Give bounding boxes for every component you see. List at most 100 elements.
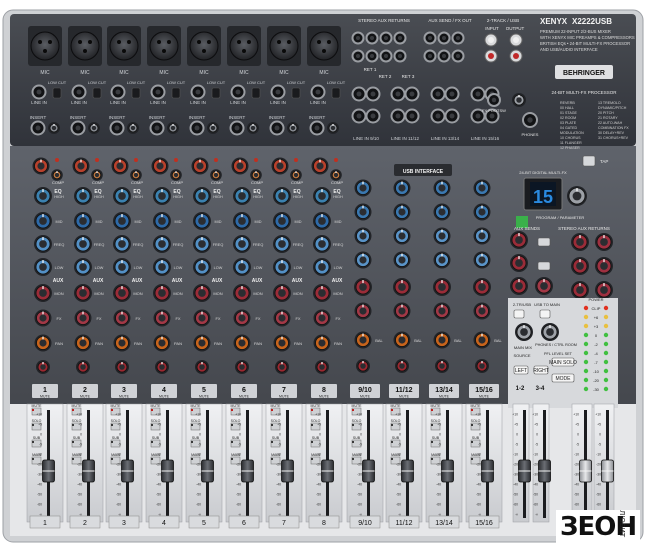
- eq-freq-knob-3[interactable]: [113, 235, 131, 253]
- insert-jack-2[interactable]: [70, 120, 86, 136]
- stereo-eq-high-13/14[interactable]: [433, 179, 451, 197]
- channel-fader-3[interactable]: MUTESOLOSUBMAIN+10+50-5-10-20-30-40-50-6…: [105, 403, 143, 523]
- eq-mid-knob-6[interactable]: [233, 212, 251, 230]
- gain-knob-6[interactable]: [231, 157, 249, 175]
- right-button[interactable]: RIGHT: [533, 365, 549, 375]
- eq-low-knob-5[interactable]: [193, 258, 211, 276]
- level-trim-3[interactable]: [127, 122, 139, 134]
- eq-low-knob-4[interactable]: [153, 258, 171, 276]
- phones-level[interactable]: [512, 93, 526, 107]
- aux-fx-knob-3[interactable]: [113, 309, 131, 327]
- fx-footsw-jack[interactable]: [487, 93, 501, 107]
- line-in-jack-1[interactable]: [31, 84, 47, 100]
- stereo-eq-high-11/12[interactable]: [393, 179, 411, 197]
- stereo-jack-r-9/10[interactable]: [365, 86, 381, 102]
- aux-fx-knob-4[interactable]: [153, 309, 171, 327]
- stereo-aux-fx-11/12[interactable]: [393, 302, 411, 320]
- channel-fader-6[interactable]: MUTESOLOSUBMAIN+10+50-5-10-20-30-40-50-6…: [225, 403, 263, 523]
- aux-fx-knob-2[interactable]: [74, 309, 92, 327]
- stereo-jack-l-13/14[interactable]: [430, 86, 446, 102]
- eq-low-knob-1[interactable]: [34, 258, 52, 276]
- stereo-jack-l2-11/12[interactable]: [390, 108, 406, 124]
- eq-freq-knob-4[interactable]: [153, 235, 171, 253]
- aux-solo-1[interactable]: [537, 237, 551, 247]
- rear-jack-7[interactable]: [393, 49, 407, 63]
- left-button[interactable]: LEFT: [513, 365, 529, 375]
- eq-low-knob-6[interactable]: [233, 258, 251, 276]
- stereo-eq-mid-15/16[interactable]: [473, 203, 491, 221]
- level-trim-8[interactable]: [327, 122, 339, 134]
- gain-knob-8[interactable]: [311, 157, 329, 175]
- stereo-eq-low-9/10[interactable]: [354, 227, 372, 245]
- subgroup-fader-1-2[interactable]: +10+50-5-10-20-30-40-50-60∞: [512, 403, 531, 523]
- stereo-fx2-11/12[interactable]: [395, 359, 409, 373]
- aux-return-knob-3[interactable]: [595, 257, 613, 275]
- aux-mon-knob-7[interactable]: [273, 284, 291, 302]
- xlr-input-3[interactable]: [107, 26, 141, 66]
- pan-knob-1[interactable]: [34, 334, 52, 352]
- eq-mid-knob-2[interactable]: [74, 212, 92, 230]
- aux-mon-knob-1[interactable]: [34, 284, 52, 302]
- channel-fader-13/14[interactable]: MUTESOLOSUBMAIN+10+50-5-10-20-30-40-50-6…: [425, 403, 463, 523]
- gain-knob-3[interactable]: [111, 157, 129, 175]
- rear-jack-11[interactable]: [423, 49, 437, 63]
- eq-mid-knob-3[interactable]: [113, 212, 131, 230]
- channel-fader-2[interactable]: MUTESOLOSUBMAIN+10+50-5-10-20-30-40-50-6…: [66, 403, 104, 523]
- stereo-eq-mid-13/14[interactable]: [433, 203, 451, 221]
- aux-solo-2[interactable]: [537, 261, 551, 271]
- insert-jack-4[interactable]: [149, 120, 165, 136]
- channel-fader-15/16[interactable]: MUTESOLOSUBMAIN+10+50-5-10-20-30-40-50-6…: [465, 403, 503, 523]
- main-fader-left[interactable]: +10+50-5-10-20-30-40-50-60∞: [571, 403, 593, 523]
- fader-cap[interactable]: [481, 459, 494, 483]
- stereo-eq-low-11/12[interactable]: [393, 227, 411, 245]
- low-cut-switch-4[interactable]: [171, 87, 181, 99]
- stereo-bal-knob-11/12[interactable]: [393, 331, 411, 349]
- level-trim-2[interactable]: [88, 122, 100, 134]
- eq-mid-knob-1[interactable]: [34, 212, 52, 230]
- pan-knob-2[interactable]: [74, 334, 92, 352]
- rear-jack-13[interactable]: [451, 49, 465, 63]
- channel-fader-5[interactable]: MUTESOLOSUBMAIN+10+50-5-10-20-30-40-50-6…: [185, 403, 223, 523]
- aux-fx-knob-1[interactable]: [34, 309, 52, 327]
- xlr-input-8[interactable]: [307, 26, 341, 66]
- fader-cap[interactable]: [201, 459, 214, 483]
- rca-jack-3[interactable]: [509, 49, 523, 63]
- channel-fader-1[interactable]: MUTESOLOSUBMAIN+10+50-5-10-20-30-40-50-6…: [26, 403, 64, 523]
- gain-knob-2[interactable]: [72, 157, 90, 175]
- eq-high-knob-5[interactable]: [193, 187, 211, 205]
- aux-fx2-knob-4[interactable]: [155, 360, 169, 374]
- xlr-input-5[interactable]: [187, 26, 221, 66]
- stereo-eq-mid-11/12[interactable]: [393, 203, 411, 221]
- stereo-eq-lo2-15/16[interactable]: [473, 251, 491, 269]
- eq-low-knob-2[interactable]: [74, 258, 92, 276]
- eq-mid-knob-4[interactable]: [153, 212, 171, 230]
- pan-knob-7[interactable]: [273, 334, 291, 352]
- stereo-jack-l2-9/10[interactable]: [351, 108, 367, 124]
- aux-fx2-knob-5[interactable]: [195, 360, 209, 374]
- stereo-jack-r-13/14[interactable]: [444, 86, 460, 102]
- line-in-jack-5[interactable]: [190, 84, 206, 100]
- stereo-aux-mon-13/14[interactable]: [433, 278, 451, 296]
- channel-fader-8[interactable]: MUTESOLOSUBMAIN+10+50-5-10-20-30-40-50-6…: [305, 403, 343, 523]
- aux-mon-knob-6[interactable]: [233, 284, 251, 302]
- stereo-jack-r-11/12[interactable]: [404, 86, 420, 102]
- mode-button[interactable]: MODE: [551, 373, 575, 383]
- eq-high-knob-4[interactable]: [153, 187, 171, 205]
- rear-jack-10[interactable]: [451, 31, 465, 45]
- fader-cap[interactable]: [362, 459, 375, 483]
- stereo-eq-low-13/14[interactable]: [433, 227, 451, 245]
- insert-jack-3[interactable]: [109, 120, 125, 136]
- stereo-eq-low-15/16[interactable]: [473, 227, 491, 245]
- rear-jack-0[interactable]: [351, 31, 365, 45]
- aux-return-knob-0[interactable]: [571, 233, 589, 251]
- eq-mid-knob-8[interactable]: [313, 212, 331, 230]
- pan-knob-4[interactable]: [153, 334, 171, 352]
- rear-jack-12[interactable]: [437, 49, 451, 63]
- pan-knob-8[interactable]: [313, 334, 331, 352]
- line-in-jack-3[interactable]: [110, 84, 126, 100]
- aux-return-knob-1[interactable]: [595, 233, 613, 251]
- fader-cap[interactable]: [82, 459, 95, 483]
- stereo-eq-high-15/16[interactable]: [473, 179, 491, 197]
- fader-cap[interactable]: [601, 459, 614, 483]
- xlr-input-2[interactable]: [68, 26, 102, 66]
